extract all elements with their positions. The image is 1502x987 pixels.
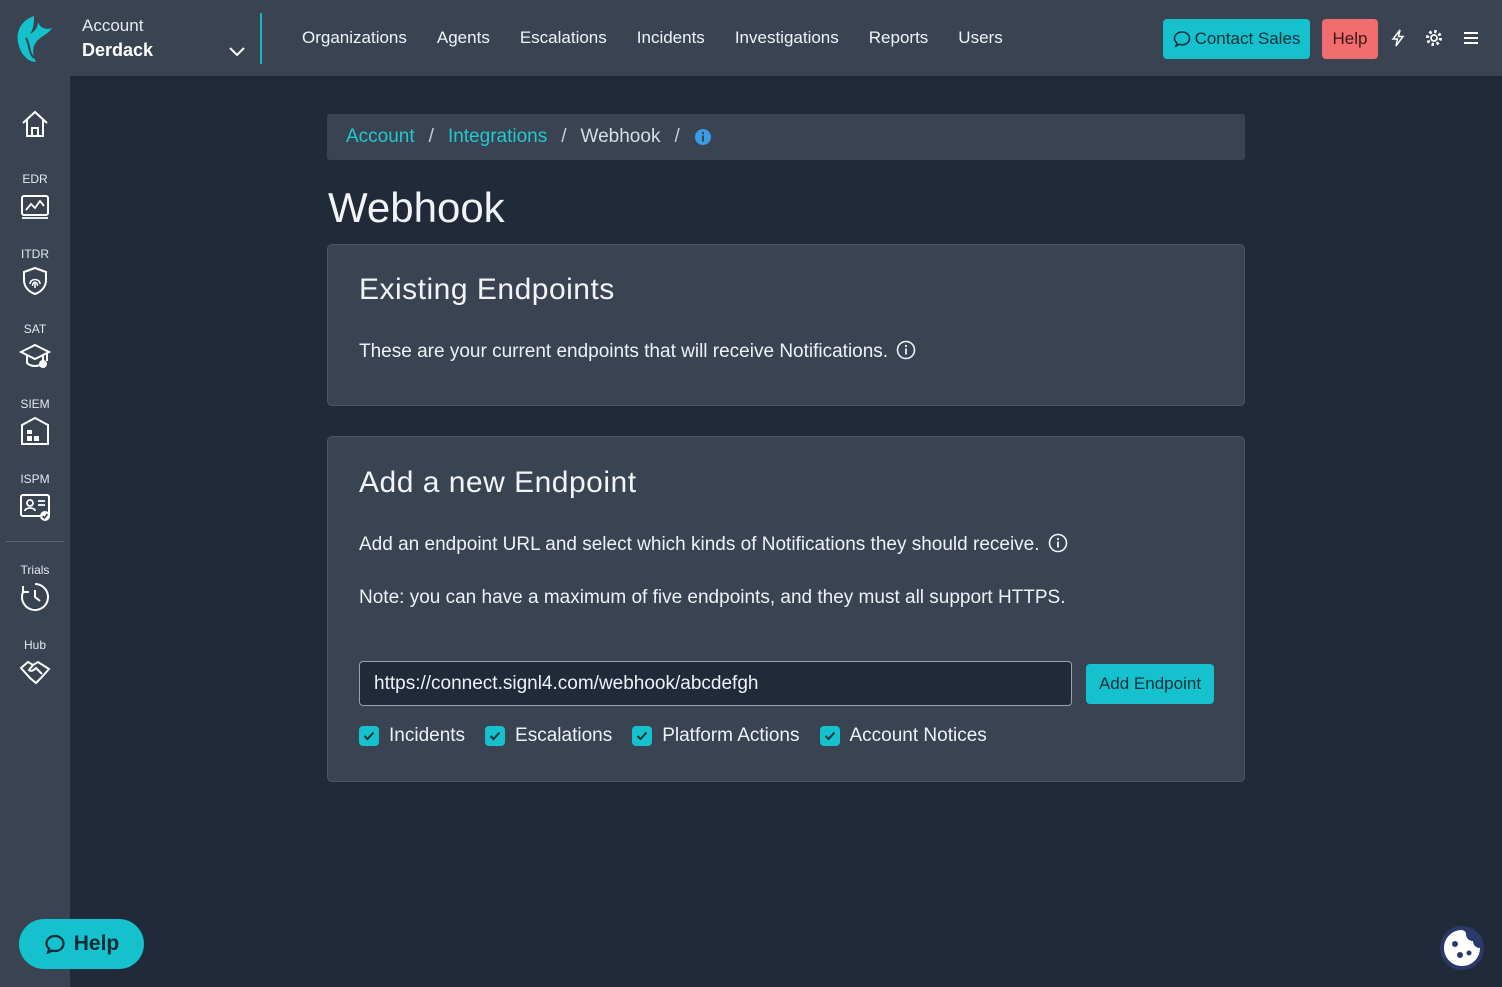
- breadcrumb: Account / Integrations / Webhook /: [327, 114, 1245, 160]
- chat-icon: [1173, 31, 1190, 48]
- breadcrumb-integrations[interactable]: Integrations: [448, 126, 547, 148]
- handshake-icon: [19, 660, 51, 685]
- sidebar-item-label: ISPM: [20, 472, 50, 486]
- contact-sales-button[interactable]: Contact Sales: [1163, 19, 1310, 59]
- cookie-icon[interactable]: [1438, 924, 1486, 972]
- page-title: Webhook: [328, 184, 505, 231]
- menu-icon[interactable]: [1461, 28, 1481, 48]
- nav-agents[interactable]: Agents: [437, 24, 490, 52]
- top-bar: Account Derdack Organizations Agents Esc…: [0, 0, 1502, 76]
- home-icon: [22, 110, 48, 137]
- checkbox-platform-actions[interactable]: Platform Actions: [632, 725, 800, 747]
- checkbox-label: Platform Actions: [662, 725, 800, 746]
- checkbox-account-notices[interactable]: Account Notices: [819, 725, 987, 747]
- header-divider: [260, 13, 262, 64]
- account-label: Account: [82, 16, 144, 35]
- add-endpoint-note: Note: you can have a maximum of five end…: [359, 587, 1066, 608]
- sidebar-item-edr[interactable]: EDR: [0, 172, 70, 222]
- checkbox-checked-icon[interactable]: [359, 726, 379, 746]
- add-endpoint-card: Add a new Endpoint Add an endpoint URL a…: [327, 436, 1245, 782]
- logo-icon[interactable]: [12, 14, 56, 64]
- sidebar-item-label: SAT: [23, 322, 47, 336]
- checkbox-label: Escalations: [515, 725, 613, 746]
- sidebar-divider: [6, 541, 64, 542]
- nav-reports[interactable]: Reports: [869, 24, 929, 52]
- breadcrumb-separator: /: [428, 126, 434, 147]
- sidebar-item-label: SIEM: [20, 397, 50, 411]
- sidebar-item-ispm[interactable]: ISPM: [0, 472, 70, 522]
- add-endpoint-text: Add an endpoint URL and select which kin…: [359, 534, 1040, 555]
- existing-endpoints-description: These are your current endpoints that wi…: [359, 340, 916, 363]
- nav-organizations[interactable]: Organizations: [302, 24, 407, 52]
- checkbox-checked-icon[interactable]: [819, 726, 840, 746]
- chart-icon: [21, 195, 49, 219]
- existing-endpoints-heading: Existing Endpoints: [359, 273, 615, 306]
- info-circle-icon[interactable]: [1048, 533, 1068, 553]
- checkbox-label: Incidents: [389, 725, 466, 746]
- sidebar: EDR ITDR SAT SIEM ISPM Trials Hub: [0, 76, 70, 987]
- add-endpoint-label: Add Endpoint: [1098, 674, 1202, 693]
- help-button[interactable]: Help: [1322, 19, 1378, 59]
- breadcrumb-webhook: Webhook: [580, 126, 661, 147]
- nav-incidents[interactable]: Incidents: [637, 24, 705, 52]
- sidebar-item-label: Trials: [20, 563, 50, 577]
- info-icon[interactable]: [694, 128, 712, 146]
- existing-endpoints-card: Existing Endpoints These are your curren…: [327, 244, 1245, 406]
- chat-icon: [45, 934, 65, 955]
- add-endpoint-button[interactable]: Add Endpoint: [1086, 664, 1214, 704]
- checkbox-label: Account Notices: [849, 725, 987, 746]
- sidebar-item-sat[interactable]: SAT: [0, 322, 70, 372]
- sidebar-item-itdr[interactable]: ITDR: [0, 247, 70, 297]
- floating-help-label: Help: [73, 932, 120, 955]
- sidebar-item-home[interactable]: [0, 104, 70, 140]
- existing-endpoints-text: These are your current endpoints that wi…: [359, 341, 889, 362]
- breadcrumb-separator: /: [674, 126, 680, 147]
- notification-types: Incidents Escalations Platform Actions A…: [359, 725, 1007, 747]
- checkbox-checked-icon[interactable]: [632, 726, 653, 746]
- checkbox-incidents[interactable]: Incidents: [359, 725, 465, 747]
- account-name: Derdack: [82, 40, 154, 60]
- sidebar-item-label: Hub: [23, 638, 46, 652]
- gear-icon[interactable]: [1424, 28, 1444, 48]
- nav-users[interactable]: Users: [958, 24, 1002, 52]
- checkbox-escalations[interactable]: Escalations: [485, 725, 612, 747]
- sidebar-item-label: EDR: [22, 172, 48, 186]
- clock-icon: [21, 583, 49, 611]
- sidebar-item-siem[interactable]: SIEM: [0, 397, 70, 447]
- contact-sales-label: Contact Sales: [1194, 29, 1301, 48]
- help-label: Help: [1332, 29, 1368, 48]
- floating-help-button[interactable]: Help: [19, 919, 144, 969]
- id-card-icon: [20, 494, 50, 521]
- bolt-icon[interactable]: [1388, 28, 1408, 48]
- building-icon: [21, 416, 49, 445]
- chevron-down-icon[interactable]: [228, 42, 246, 60]
- endpoint-url-input[interactable]: [359, 661, 1072, 706]
- sidebar-item-label: ITDR: [21, 247, 49, 261]
- main-nav: Organizations Agents Escalations Inciden…: [302, 24, 1033, 52]
- nav-investigations[interactable]: Investigations: [735, 24, 839, 52]
- add-endpoint-heading: Add a new Endpoint: [359, 466, 637, 499]
- add-endpoint-description: Add an endpoint URL and select which kin…: [359, 533, 1068, 556]
- sidebar-item-trials[interactable]: Trials: [0, 563, 70, 613]
- breadcrumb-account[interactable]: Account: [346, 126, 415, 148]
- sidebar-item-hub[interactable]: Hub: [0, 638, 70, 688]
- account-switcher[interactable]: Account Derdack: [82, 14, 252, 66]
- fingerprint-shield-icon: [23, 266, 47, 296]
- info-circle-icon[interactable]: [896, 340, 916, 360]
- graduation-cap-icon: [19, 343, 51, 368]
- nav-escalations[interactable]: Escalations: [520, 24, 607, 52]
- checkbox-checked-icon[interactable]: [485, 726, 506, 746]
- breadcrumb-separator: /: [561, 126, 567, 147]
